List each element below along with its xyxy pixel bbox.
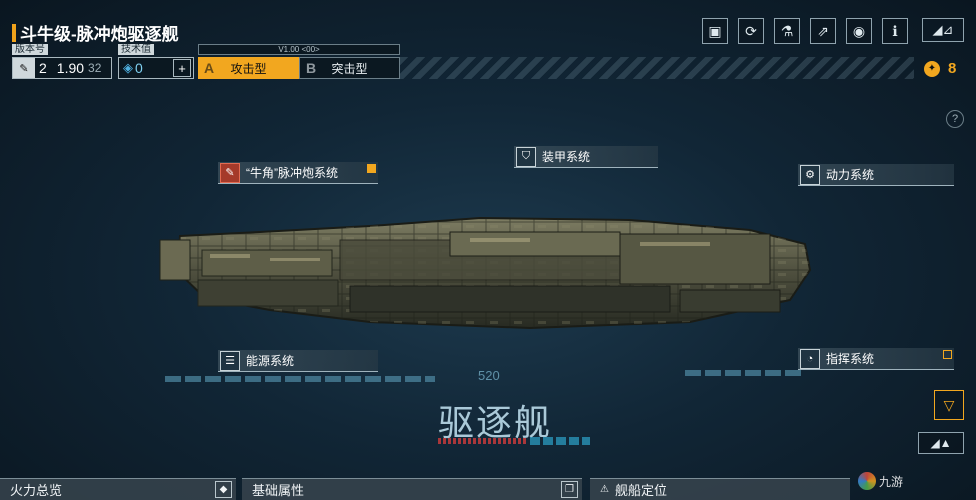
header-stripes [400, 57, 914, 79]
callout-armor-system[interactable]: ⛉ 装甲系统 [514, 146, 658, 168]
ship-model [159, 216, 812, 330]
back-button[interactable]: ◢⊿ [922, 18, 964, 42]
callout-power-system[interactable]: ⚙ 动力系统 [798, 164, 954, 186]
cannon-icon: ✎ [220, 162, 240, 183]
gallery-icon[interactable]: ▣ [702, 18, 728, 44]
mode-selector: V1.00 <00> A 攻击型 B 突击型 [198, 44, 400, 79]
export-icon[interactable]: ⇗ [810, 18, 836, 44]
version-level: 2 [39, 60, 47, 76]
version-value: 1.90 [56, 60, 85, 76]
tech-value: 0 [135, 60, 143, 76]
corner-marker [367, 164, 376, 173]
tab-assault[interactable]: B 突击型 [299, 57, 400, 79]
collapse-triangle-button[interactable]: ▽ [934, 390, 964, 420]
tab-firepower-overview[interactable]: 火力总览 ◆ [0, 478, 236, 500]
warning-icon: ⚠ [600, 484, 609, 495]
version-label: 版本号 [12, 44, 48, 55]
tab-firepower-label: 火力总览 [10, 483, 63, 498]
tech-label: 技术值 [118, 44, 154, 55]
callout-power-label: 动力系统 [826, 168, 875, 182]
ship-number: 520 [478, 368, 500, 383]
decor-dash-right [685, 370, 805, 376]
refresh-icon[interactable]: ⟳ [738, 18, 764, 44]
shield-icon: ⛉ [516, 146, 536, 167]
version-sub-value: 32 [88, 61, 102, 75]
decor-dash-left [165, 376, 435, 382]
callout-cannon-label: “牛角”脉冲炮系统 [246, 166, 338, 180]
side-toggle-button[interactable]: ◢▲ [918, 432, 964, 454]
callout-command-label: 指挥系统 [826, 352, 875, 366]
share-icon[interactable]: ⚗ [774, 18, 800, 44]
copy-icon: ❐ [561, 481, 578, 498]
back-label: ◢⊿ [932, 22, 954, 37]
tab-attack-letter: A [204, 60, 215, 76]
currency-value: 8 [948, 60, 957, 77]
add-tech-button[interactable]: + [173, 59, 191, 77]
tab-basic-attributes[interactable]: 基础属性 ❐ [242, 478, 582, 500]
tab-assault-label: 突击型 [331, 61, 368, 76]
version-box: ✎ 2 1.90 32 [12, 57, 112, 79]
mode-version: V1.00 <00> [198, 44, 400, 55]
page-title: 斗牛级-脉冲炮驱逐舰 [12, 20, 179, 45]
toolbar: ▣ ⟳ ⚗ ⇗ ◉ ℹ [702, 18, 908, 44]
callout-cannon-system[interactable]: ✎ “牛角”脉冲炮系统 [218, 162, 378, 184]
tab-assault-letter: B [306, 60, 317, 76]
callout-armor-label: 装甲系统 [542, 150, 591, 164]
tab-attack-label: 攻击型 [230, 61, 267, 76]
decor-cyan-bars [530, 437, 590, 445]
corner-marker [943, 350, 952, 359]
title-accent-mark [12, 23, 16, 42]
currency-display: ✦ 8 [924, 60, 956, 77]
tab-positioning-label: 舰船定位 [614, 483, 667, 498]
engine-icon: ⚙ [800, 164, 820, 185]
view-icon[interactable]: ◉ [846, 18, 872, 44]
tab-ship-positioning[interactable]: ⚠ 舰船定位 [590, 478, 850, 500]
currency-icon: ✦ [924, 60, 940, 77]
tech-icon: ◈ [123, 60, 133, 75]
pen-icon: ✎ [13, 58, 35, 78]
watermark-logo: 九游 [858, 472, 903, 490]
expand-icon: ◆ [215, 481, 232, 498]
logo-icon [858, 472, 876, 490]
watermark-text: 九游 [879, 474, 904, 489]
tab-basic-label: 基础属性 [252, 483, 305, 498]
tab-attack[interactable]: A 攻击型 [198, 57, 299, 79]
info-icon[interactable]: ℹ [882, 18, 908, 44]
help-button[interactable]: ? [946, 110, 964, 128]
ship-title: 斗牛级-脉冲炮驱逐舰 [20, 25, 179, 44]
tech-box: ◈ 0 + [118, 57, 194, 79]
callout-command-system[interactable]: ◔ 指挥系统 [798, 348, 954, 370]
decor-red-bars [438, 438, 528, 444]
